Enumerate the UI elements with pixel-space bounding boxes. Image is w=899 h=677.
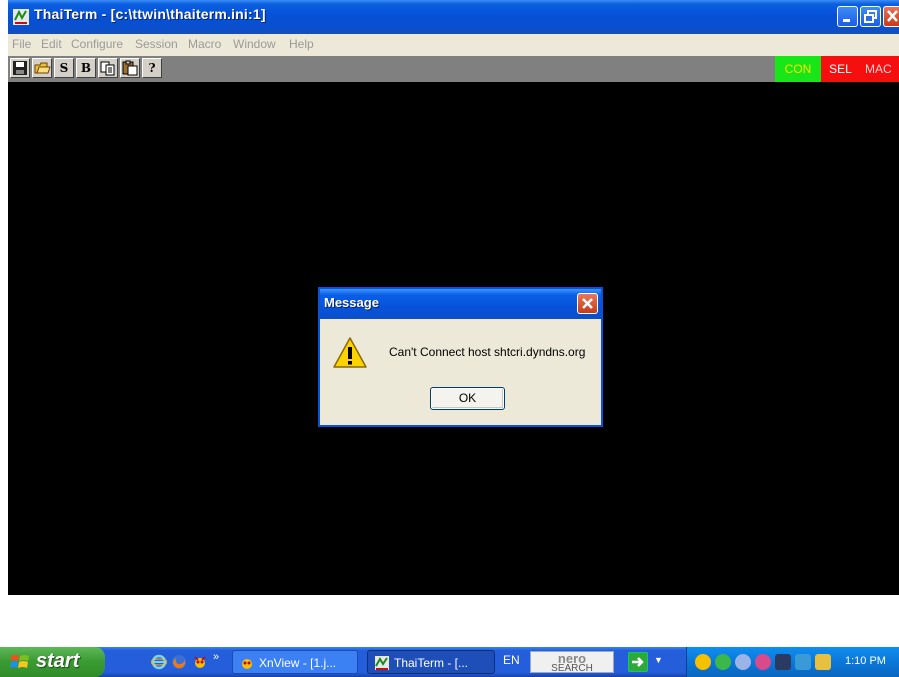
b-button[interactable]: B: [76, 58, 96, 78]
task-xnview[interactable]: XnView - [1.j...: [232, 650, 358, 674]
ok-button[interactable]: OK: [430, 387, 505, 410]
safely-remove-icon[interactable]: [815, 654, 831, 670]
menu-configure[interactable]: Configure: [71, 37, 123, 51]
menu-session[interactable]: Session: [135, 37, 178, 51]
tray-app-icon[interactable]: [755, 654, 771, 670]
copy-icon: [100, 61, 115, 76]
system-tray: 1:10 PM: [686, 647, 899, 677]
task-label: XnView - [1.j...: [259, 656, 337, 670]
menu-bar: File Edit Configure Session Macro Window…: [8, 34, 899, 56]
status-mac: MAC: [860, 56, 899, 82]
status-sel: SEL: [821, 56, 860, 82]
open-button[interactable]: [32, 58, 52, 78]
menu-file[interactable]: File: [12, 37, 31, 51]
start-label: start: [36, 650, 80, 672]
task-label: ThaiTerm - [...: [394, 656, 469, 670]
xnview-icon[interactable]: [192, 654, 208, 670]
message-dialog: Message Can't Connect host shtcri.dyndns…: [318, 287, 603, 427]
close-icon: [582, 298, 593, 309]
help-button[interactable]: ?: [142, 58, 162, 78]
clock[interactable]: 1:10 PM: [845, 655, 886, 667]
copy-button[interactable]: [98, 58, 118, 78]
save-icon: [13, 61, 27, 75]
menu-macro[interactable]: Macro: [188, 37, 221, 51]
dialog-title-bar[interactable]: Message: [320, 289, 601, 319]
volume-icon[interactable]: [775, 654, 791, 670]
title-bar[interactable]: ThaiTerm - [c:\ttwin\thaiterm.ini:1]: [8, 0, 899, 34]
chevron-down-icon[interactable]: ▼: [654, 655, 663, 665]
display-icon[interactable]: [795, 654, 811, 670]
quick-launch-more-icon[interactable]: »: [213, 651, 219, 663]
minimize-icon: [843, 19, 850, 22]
windows-logo-icon: [10, 655, 29, 668]
network-icon[interactable]: [715, 654, 731, 670]
help-icon: ?: [148, 61, 156, 75]
thaiterm-icon: [13, 9, 29, 25]
ie-icon[interactable]: [151, 654, 167, 670]
menu-help[interactable]: Help: [289, 37, 314, 51]
messenger-icon[interactable]: [735, 654, 751, 670]
paste-icon: [122, 60, 138, 76]
minimize-button[interactable]: [837, 6, 858, 27]
dialog-close-button[interactable]: [577, 293, 598, 314]
shield-icon[interactable]: [695, 654, 711, 670]
warning-icon: [333, 337, 367, 368]
close-button[interactable]: [883, 6, 899, 27]
arrow-right-icon: [632, 657, 644, 667]
menu-edit[interactable]: Edit: [41, 37, 62, 51]
start-button[interactable]: start: [0, 647, 105, 677]
restore-icon: [864, 10, 877, 23]
paste-button[interactable]: [120, 58, 140, 78]
firefox-icon[interactable]: [171, 654, 187, 670]
close-icon: [887, 10, 898, 22]
nero-sub: SEARCH: [551, 663, 593, 674]
save-button[interactable]: [10, 58, 30, 78]
language-indicator[interactable]: EN: [503, 653, 520, 667]
xnview-icon: [242, 659, 252, 669]
dialog-message: Can't Connect host shtcri.dyndns.org: [389, 345, 586, 359]
window-title: ThaiTerm - [c:\ttwin\thaiterm.ini:1]: [34, 6, 266, 22]
s-button[interactable]: S: [54, 58, 74, 78]
dialog-title: Message: [324, 295, 379, 310]
restore-button[interactable]: [860, 6, 881, 27]
task-thaiterm[interactable]: ThaiTerm - [...: [367, 650, 495, 674]
taskbar: start » XnView - [1.j... ThaiTerm - [...…: [0, 647, 899, 677]
nero-search-box[interactable]: nero SEARCH: [530, 651, 614, 674]
menu-window[interactable]: Window: [233, 37, 276, 51]
status-con: CON: [775, 56, 821, 82]
toolbar: S B ? CON SEL MAC: [8, 56, 899, 82]
open-folder-icon: [34, 62, 51, 74]
nero-go-button[interactable]: [628, 652, 648, 672]
thaiterm-icon: [375, 656, 389, 670]
